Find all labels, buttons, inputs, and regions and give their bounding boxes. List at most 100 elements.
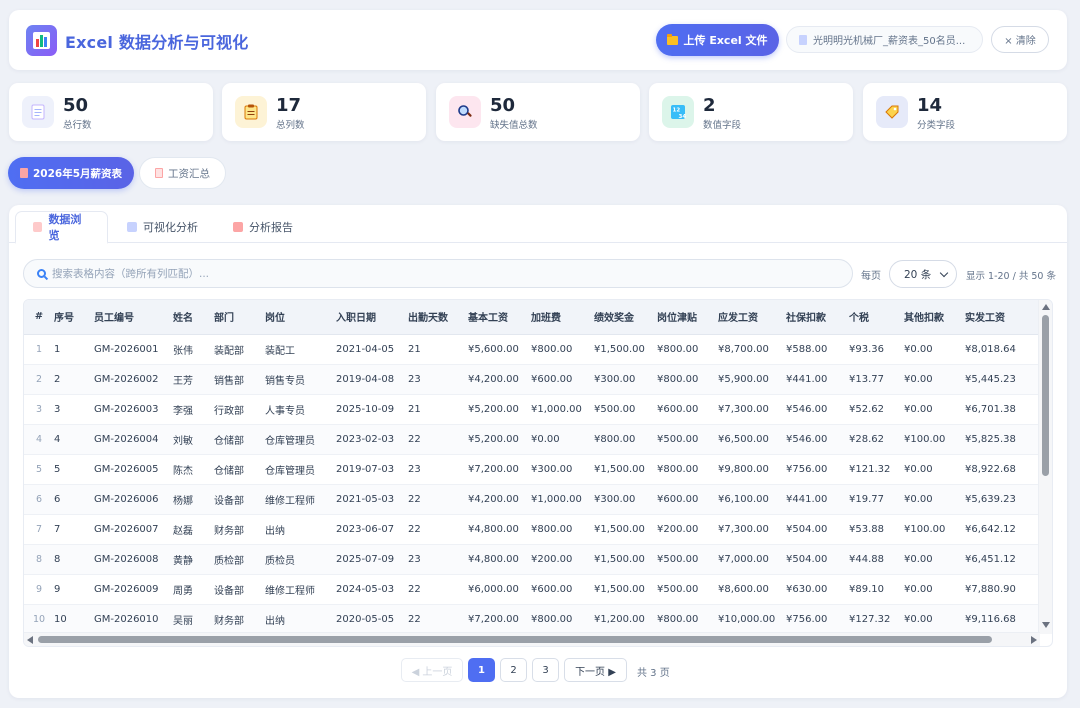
column-header[interactable]: 出勤天数 (408, 300, 468, 335)
clipboard-icon (235, 96, 267, 128)
row-index-header[interactable]: # (24, 300, 54, 335)
table-cell: ¥300.00 (531, 454, 594, 485)
column-header[interactable]: 序号 (54, 300, 94, 335)
vertical-scrollbar[interactable] (1038, 300, 1052, 634)
column-header[interactable]: 绩效奖金 (594, 300, 657, 335)
table-row[interactable]: 5 5 GM-2026005 陈杰 仓储部 仓库管理员 2019-07-03 23 ¥7,200… (24, 454, 1040, 485)
tab-analysis-report[interactable]: 分析报告 (216, 211, 310, 243)
scroll-up-icon[interactable] (1042, 304, 1050, 310)
column-header[interactable]: 个税 (849, 300, 904, 335)
table-cell: ¥1,500.00 (594, 544, 657, 575)
sheet-tab-label: 工资汇总 (168, 167, 210, 180)
next-page-button[interactable]: 下一页 ▶ (564, 658, 627, 682)
page-button-1[interactable]: 1 (468, 658, 495, 682)
column-header[interactable]: 岗位津贴 (657, 300, 718, 335)
table-cell: ¥1,500.00 (594, 574, 657, 605)
column-header[interactable]: 岗位 (265, 300, 336, 335)
table-cell: 财务部 (214, 514, 265, 545)
per-page-select[interactable]: 20 条 (889, 260, 957, 288)
table-cell: GM-2026005 (94, 454, 173, 485)
clear-button[interactable]: × 清除 (991, 26, 1049, 53)
scroll-down-icon[interactable] (1042, 622, 1050, 628)
table-cell: 李强 (173, 394, 214, 425)
table-cell: ¥504.00 (786, 544, 849, 575)
upload-button-label: 上传 Excel 文件 (683, 34, 768, 47)
folder-icon (667, 33, 679, 45)
table-row[interactable]: 10 10 GM-2026010 吴丽 财务部 出纳 2020-05-05 22 ¥7,200.… (24, 604, 1040, 635)
table-header-row: # 序号 员工编号 姓名 部门 岗位 入职日期 出勤天数 基本工资 加班费 绩效奖金 岗位津贴 应发工资… (24, 300, 1040, 335)
horizontal-scroll-thumb[interactable] (38, 636, 992, 643)
table-cell: ¥5,600.00 (468, 334, 531, 365)
table-cell: 2024-05-03 (336, 574, 408, 605)
table-cell: 23 (408, 544, 468, 575)
table-search-input[interactable]: 搜索表格内容（跨所有列匹配）... (23, 259, 853, 288)
table-cell: ¥10,000.00 (718, 604, 786, 635)
row-index-cell: 2 (24, 364, 54, 395)
table-row[interactable]: 2 2 GM-2026002 王芳 销售部 销售专员 2019-04-08 23 ¥4,200.… (24, 364, 1040, 395)
tab-data-browse[interactable]: 数据浏览 (15, 211, 108, 244)
upload-excel-button[interactable]: 上传 Excel 文件 (656, 24, 779, 56)
prev-page-button[interactable]: ◀ 上一页 (401, 658, 463, 682)
table-cell: 质检部 (214, 544, 265, 575)
table-row[interactable]: 9 9 GM-2026009 周勇 设备部 维修工程师 2024-05-03 22 ¥6,000… (24, 574, 1040, 605)
column-header[interactable]: 实发工资 (965, 300, 1040, 335)
table-cell: ¥5,639.23 (965, 484, 1040, 515)
table-cell: ¥800.00 (657, 364, 718, 395)
table-cell: 装配部 (214, 334, 265, 365)
row-index-cell: 1 (24, 334, 54, 365)
column-header[interactable]: 社保扣款 (786, 300, 849, 335)
row-range-text: 显示 1-20 / 共 50 条 (966, 271, 1056, 282)
column-header[interactable]: 其他扣款 (904, 300, 965, 335)
table-row[interactable]: 1 1 GM-2026001 张伟 装配部 装配工 2021-04-05 21 ¥5,600.0… (24, 334, 1040, 365)
stat-card-categorical: 14 分类字段 (863, 83, 1067, 141)
table-cell: ¥5,825.38 (965, 424, 1040, 455)
horizontal-scrollbar[interactable] (24, 632, 1040, 646)
column-header[interactable]: 加班费 (531, 300, 594, 335)
column-header[interactable]: 基本工资 (468, 300, 531, 335)
table-row[interactable]: 7 7 GM-2026007 赵磊 财务部 出纳 2023-06-07 22 ¥4,800.00… (24, 514, 1040, 545)
table-cell: GM-2026001 (94, 334, 173, 365)
sheet-icon (155, 168, 163, 178)
table-cell: ¥7,300.00 (718, 514, 786, 545)
table-row[interactable]: 3 3 GM-2026003 李强 行政部 人事专员 2025-10-09 21 ¥5,200.… (24, 394, 1040, 425)
table-cell: 赵磊 (173, 514, 214, 545)
table-cell: ¥1,200.00 (594, 604, 657, 635)
numbers-icon: 12 34 (662, 96, 694, 128)
table-cell: ¥800.00 (594, 424, 657, 455)
column-header[interactable]: 入职日期 (336, 300, 408, 335)
table-row[interactable]: 8 8 GM-2026008 黄静 质检部 质检员 2025-07-09 23 ¥4,800.0… (24, 544, 1040, 575)
table-cell: ¥500.00 (657, 574, 718, 605)
table-row[interactable]: 6 6 GM-2026006 杨娜 设备部 维修工程师 2021-05-03 22 ¥4,200… (24, 484, 1040, 515)
table-cell: 仓储部 (214, 454, 265, 485)
table-row[interactable]: 4 4 GM-2026004 刘敏 仓储部 仓库管理员 2023-02-03 22 ¥5,200… (24, 424, 1040, 455)
table-cell: ¥7,200.00 (468, 454, 531, 485)
column-header[interactable]: 部门 (214, 300, 265, 335)
sheet-tab-salary[interactable]: 2026年5月薪资表 (8, 157, 134, 189)
table-cell: ¥6,451.12 (965, 544, 1040, 575)
table-cell: ¥100.00 (904, 514, 965, 545)
table-cell: ¥52.62 (849, 394, 904, 425)
table-cell: 4 (54, 424, 94, 455)
table-cell: ¥500.00 (594, 394, 657, 425)
clear-button-label: × 清除 (1004, 36, 1036, 47)
sheet-tab-summary[interactable]: 工资汇总 (139, 157, 226, 189)
tab-visual-analysis[interactable]: 可视化分析 (110, 211, 215, 243)
scroll-right-icon[interactable] (1031, 636, 1037, 644)
table-cell: ¥0.00 (531, 424, 594, 455)
scroll-left-icon[interactable] (27, 636, 33, 644)
page-button-3[interactable]: 3 (532, 658, 559, 682)
page-button-2[interactable]: 2 (500, 658, 527, 682)
table-cell: 黄静 (173, 544, 214, 575)
table-cell: 23 (408, 454, 468, 485)
view-tabs: 数据浏览 可视化分析 分析报告 (9, 205, 1067, 244)
column-header[interactable]: 姓名 (173, 300, 214, 335)
table-cell: ¥756.00 (786, 454, 849, 485)
table-cell: ¥0.00 (904, 604, 965, 635)
column-header[interactable]: 应发工资 (718, 300, 786, 335)
stat-value: 50 (490, 95, 516, 116)
column-header[interactable]: 员工编号 (94, 300, 173, 335)
table-cell: ¥6,100.00 (718, 484, 786, 515)
vertical-scroll-thumb[interactable] (1042, 315, 1049, 476)
table-cell: 5 (54, 454, 94, 485)
table-cell: 2021-05-03 (336, 484, 408, 515)
